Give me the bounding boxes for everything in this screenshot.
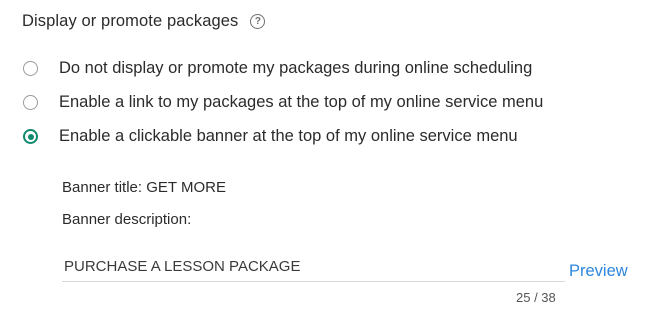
banner-description-label: Banner description:	[62, 211, 192, 228]
option-label: Enable a link to my packages at the top …	[59, 93, 544, 111]
banner-title-value: GET MORE	[146, 179, 226, 196]
help-icon[interactable]: ?	[250, 14, 266, 29]
option-enable-link[interactable]: Enable a link to my packages at the top …	[23, 93, 544, 111]
banner-settings: Banner title: GET MORE Banner descriptio…	[62, 179, 226, 228]
character-count: 25 / 38	[516, 290, 556, 305]
option-do-not-display[interactable]: Do not display or promote my packages du…	[23, 59, 543, 77]
option-label: Do not display or promote my packages du…	[59, 59, 533, 77]
radio-do-not-display[interactable]	[23, 61, 38, 76]
radio-enable-banner[interactable]	[23, 129, 38, 144]
banner-description-input[interactable]	[62, 252, 565, 282]
section-title: Display or promote packages	[22, 12, 239, 30]
package-display-options: Do not display or promote my packages du…	[23, 59, 544, 162]
section-header: Display or promote packages ?	[22, 12, 266, 31]
option-enable-banner[interactable]: Enable a clickable banner at the top of …	[23, 127, 543, 145]
radio-enable-link[interactable]	[23, 95, 38, 110]
preview-link[interactable]: Preview	[569, 262, 628, 281]
banner-title-row: Banner title: GET MORE	[62, 179, 226, 196]
banner-title-label: Banner title:	[62, 179, 143, 196]
option-label: Enable a clickable banner at the top of …	[59, 127, 518, 145]
